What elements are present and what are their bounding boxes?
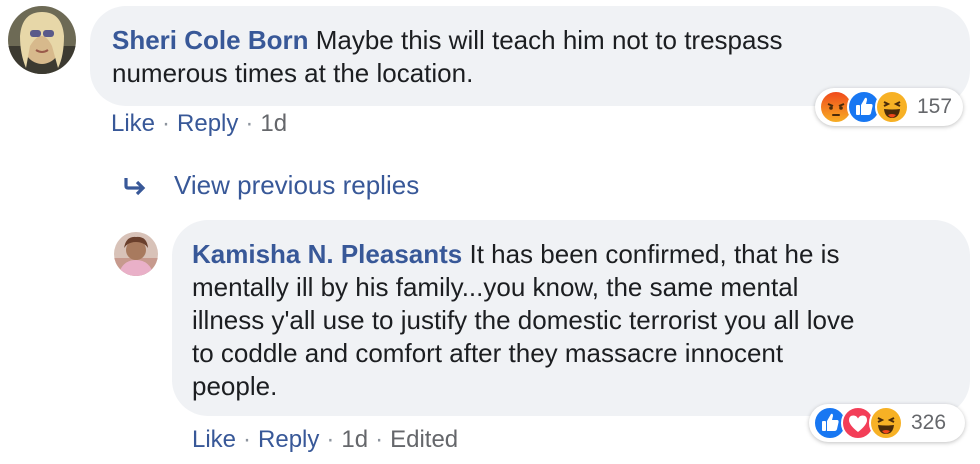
- like-button[interactable]: Like: [192, 426, 236, 453]
- comment-bubble: Kamisha N. Pleasants It has been confirm…: [172, 220, 970, 416]
- haha-icon: [875, 90, 909, 124]
- reply-button[interactable]: Reply: [258, 426, 319, 453]
- timestamp[interactable]: 1d: [260, 110, 287, 137]
- avatar[interactable]: [8, 6, 76, 74]
- view-previous-replies-label[interactable]: View previous replies: [174, 170, 419, 201]
- view-previous-replies[interactable]: View previous replies: [122, 170, 419, 201]
- separator: ·: [326, 426, 335, 453]
- reaction-summary[interactable]: 157: [815, 88, 963, 126]
- separator: ·: [162, 110, 171, 137]
- comment-text: Sheri Cole Born Maybe this will teach hi…: [112, 25, 783, 88]
- reaction-summary[interactable]: 326: [809, 404, 965, 442]
- reply-arrow-icon: [124, 177, 146, 195]
- edited-label[interactable]: Edited: [390, 426, 458, 453]
- avatar[interactable]: [114, 232, 158, 276]
- haha-icon: [869, 406, 903, 440]
- comment-actions: Like · Reply · 1d · Edited: [192, 426, 458, 454]
- reaction-count: 157: [917, 95, 953, 118]
- reply-button[interactable]: Reply: [177, 110, 238, 137]
- separator: ·: [245, 110, 254, 137]
- like-button[interactable]: Like: [111, 110, 155, 137]
- separator: ·: [243, 426, 252, 453]
- comment-actions: Like · Reply · 1d: [111, 110, 287, 138]
- separator: ·: [375, 426, 384, 453]
- comment-author[interactable]: Kamisha N. Pleasants: [192, 239, 462, 269]
- comment-text: Kamisha N. Pleasants It has been confirm…: [192, 239, 855, 401]
- comment-author[interactable]: Sheri Cole Born: [112, 25, 308, 55]
- reaction-count: 326: [911, 411, 947, 434]
- timestamp[interactable]: 1d: [341, 426, 368, 453]
